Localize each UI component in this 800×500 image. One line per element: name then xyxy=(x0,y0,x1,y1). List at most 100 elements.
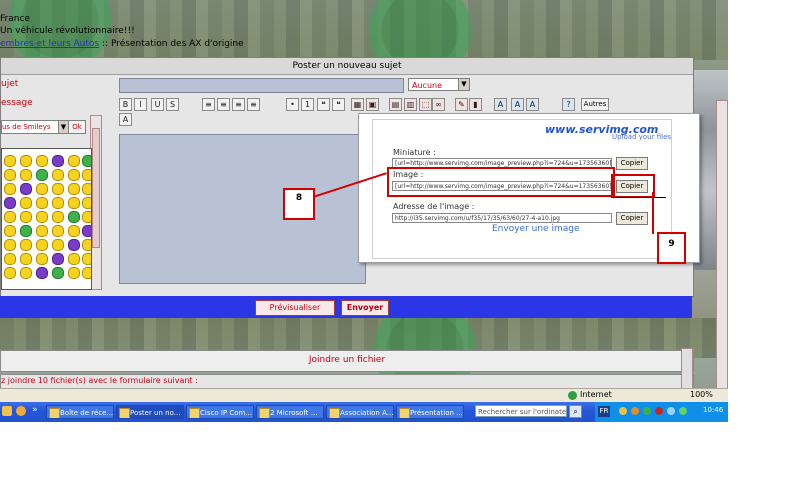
smiley-icon[interactable] xyxy=(36,183,48,195)
window-scrollbar[interactable] xyxy=(716,100,728,392)
smiley-icon[interactable] xyxy=(4,183,16,195)
toolbar-button[interactable]: 1 xyxy=(301,98,314,111)
taskbar-button[interactable]: Présentation ... xyxy=(396,405,464,419)
smiley-icon[interactable] xyxy=(68,267,80,279)
toolbar-button[interactable]: ≡ xyxy=(232,98,245,111)
smiley-icon[interactable] xyxy=(4,239,16,251)
smiley-icon[interactable] xyxy=(4,155,16,167)
smiley-icon[interactable] xyxy=(68,239,80,251)
toolbar-button[interactable]: ▦ xyxy=(351,98,364,111)
toolbar-button[interactable]: ? xyxy=(562,98,575,111)
toolbar-button[interactable]: A xyxy=(494,98,507,111)
taskbar-button[interactable]: Association A... xyxy=(326,405,394,419)
smiley-icon[interactable] xyxy=(68,253,80,265)
toolbar-button[interactable]: ▮ xyxy=(469,98,482,111)
toolbar-button[interactable]: ≡ xyxy=(202,98,215,111)
tray-icon[interactable] xyxy=(619,407,627,415)
smiley-icon[interactable] xyxy=(82,225,91,237)
smiley-icon[interactable] xyxy=(82,155,91,167)
breadcrumb-link[interactable]: embres et leurs Autos xyxy=(0,39,99,49)
smiley-icon[interactable] xyxy=(36,253,48,265)
toolbar-button[interactable]: ▥ xyxy=(404,98,417,111)
smiley-icon[interactable] xyxy=(36,155,48,167)
tray-icon[interactable] xyxy=(655,407,663,415)
page-scrollbar[interactable] xyxy=(681,348,693,390)
send-button[interactable]: Envoyer xyxy=(341,300,389,316)
toolbar-button[interactable]: A xyxy=(511,98,524,111)
smiley-icon[interactable] xyxy=(68,225,80,237)
smiley-icon[interactable] xyxy=(20,253,32,265)
chevron-right-icon[interactable]: » xyxy=(32,405,38,415)
tray-icon[interactable] xyxy=(643,407,651,415)
smiley-icon[interactable] xyxy=(82,169,91,181)
smiley-icon[interactable] xyxy=(68,183,80,195)
smiley-icon[interactable] xyxy=(36,169,48,181)
language-indicator[interactable]: FR xyxy=(598,406,610,417)
toolbar-button[interactable]: ∞ xyxy=(432,98,445,111)
copy-address-button[interactable]: Copier xyxy=(616,212,648,225)
smiley-icon[interactable] xyxy=(36,225,48,237)
smiley-icon[interactable] xyxy=(4,253,16,265)
smiley-icon[interactable] xyxy=(4,197,16,209)
desktop-search-input[interactable]: Rechercher sur l'ordinateur xyxy=(475,405,567,417)
toolbar-button[interactable]: ❝ xyxy=(332,98,345,111)
smiley-icon[interactable] xyxy=(4,267,16,279)
smiley-icon[interactable] xyxy=(20,239,32,251)
smiley-icon[interactable] xyxy=(36,267,48,279)
chevron-down-icon[interactable]: ▼ xyxy=(58,121,68,133)
smiley-icon[interactable] xyxy=(20,211,32,223)
smiley-icon[interactable] xyxy=(52,169,64,181)
scrollbar-thumb[interactable] xyxy=(92,128,100,248)
subject-input[interactable] xyxy=(119,78,404,93)
smiley-icon[interactable] xyxy=(4,211,16,223)
smiley-icon[interactable] xyxy=(52,225,64,237)
toolbar-button[interactable]: S xyxy=(166,98,179,111)
browser-quicklaunch-icon[interactable] xyxy=(16,406,26,416)
chevron-down-icon[interactable]: ▼ xyxy=(458,79,469,90)
smiley-icon[interactable] xyxy=(20,197,32,209)
upload-image-link[interactable]: Envoyer une image xyxy=(492,224,580,234)
smiley-icon[interactable] xyxy=(52,183,64,195)
toolbar-button[interactable]: I xyxy=(134,98,147,111)
toolbar-button[interactable]: ⬚ xyxy=(419,98,432,111)
smiley-category-select[interactable]: us de Smileys ▼ xyxy=(1,120,69,134)
smiley-icon[interactable] xyxy=(20,183,32,195)
smiley-icon[interactable] xyxy=(52,211,64,223)
more-button[interactable]: Autres xyxy=(581,98,609,111)
quicklaunch-icon[interactable] xyxy=(2,406,12,416)
smiley-icon[interactable] xyxy=(36,211,48,223)
toolbar-button[interactable]: • xyxy=(286,98,299,111)
smiley-icon[interactable] xyxy=(82,197,91,209)
zoom-level[interactable]: 100% xyxy=(690,390,713,399)
smiley-icon[interactable] xyxy=(20,169,32,181)
taskbar-button[interactable]: Poster un no... xyxy=(116,405,184,419)
toolbar-button[interactable]: A xyxy=(526,98,539,111)
smiley-icon[interactable] xyxy=(82,239,91,251)
preview-button[interactable]: Prévisualiser xyxy=(255,300,335,316)
topic-icon-select[interactable]: Aucune ▼ xyxy=(408,78,470,91)
copy-miniature-button[interactable]: Copier xyxy=(616,157,648,170)
smiley-icon[interactable] xyxy=(52,253,64,265)
smiley-icon[interactable] xyxy=(68,211,80,223)
toolbar-button[interactable]: ✎ xyxy=(455,98,468,111)
toolbar-button[interactable]: B xyxy=(119,98,132,111)
smiley-icon[interactable] xyxy=(4,225,16,237)
smiley-icon[interactable] xyxy=(36,197,48,209)
message-textarea[interactable] xyxy=(119,134,366,284)
smiley-icon[interactable] xyxy=(82,267,91,279)
smiley-icon[interactable] xyxy=(20,267,32,279)
network-icon[interactable] xyxy=(679,407,687,415)
smiley-icon[interactable] xyxy=(82,253,91,265)
smiley-icon[interactable] xyxy=(68,155,80,167)
volume-icon[interactable] xyxy=(667,407,675,415)
font-size-button[interactable]: A xyxy=(119,113,132,126)
smiley-icon[interactable] xyxy=(82,211,91,223)
smiley-icon[interactable] xyxy=(4,169,16,181)
image-address-field[interactable]: http://i35.servimg.com/u/f35/17/35/63/60… xyxy=(392,213,612,223)
toolbar-button[interactable]: ❝ xyxy=(317,98,330,111)
toolbar-button[interactable]: ▣ xyxy=(366,98,379,111)
taskbar-button[interactable]: Boîte de réce... xyxy=(46,405,114,419)
toolbar-button[interactable]: U xyxy=(151,98,164,111)
smiley-icon[interactable] xyxy=(20,225,32,237)
ok-button[interactable]: Ok xyxy=(68,120,86,134)
